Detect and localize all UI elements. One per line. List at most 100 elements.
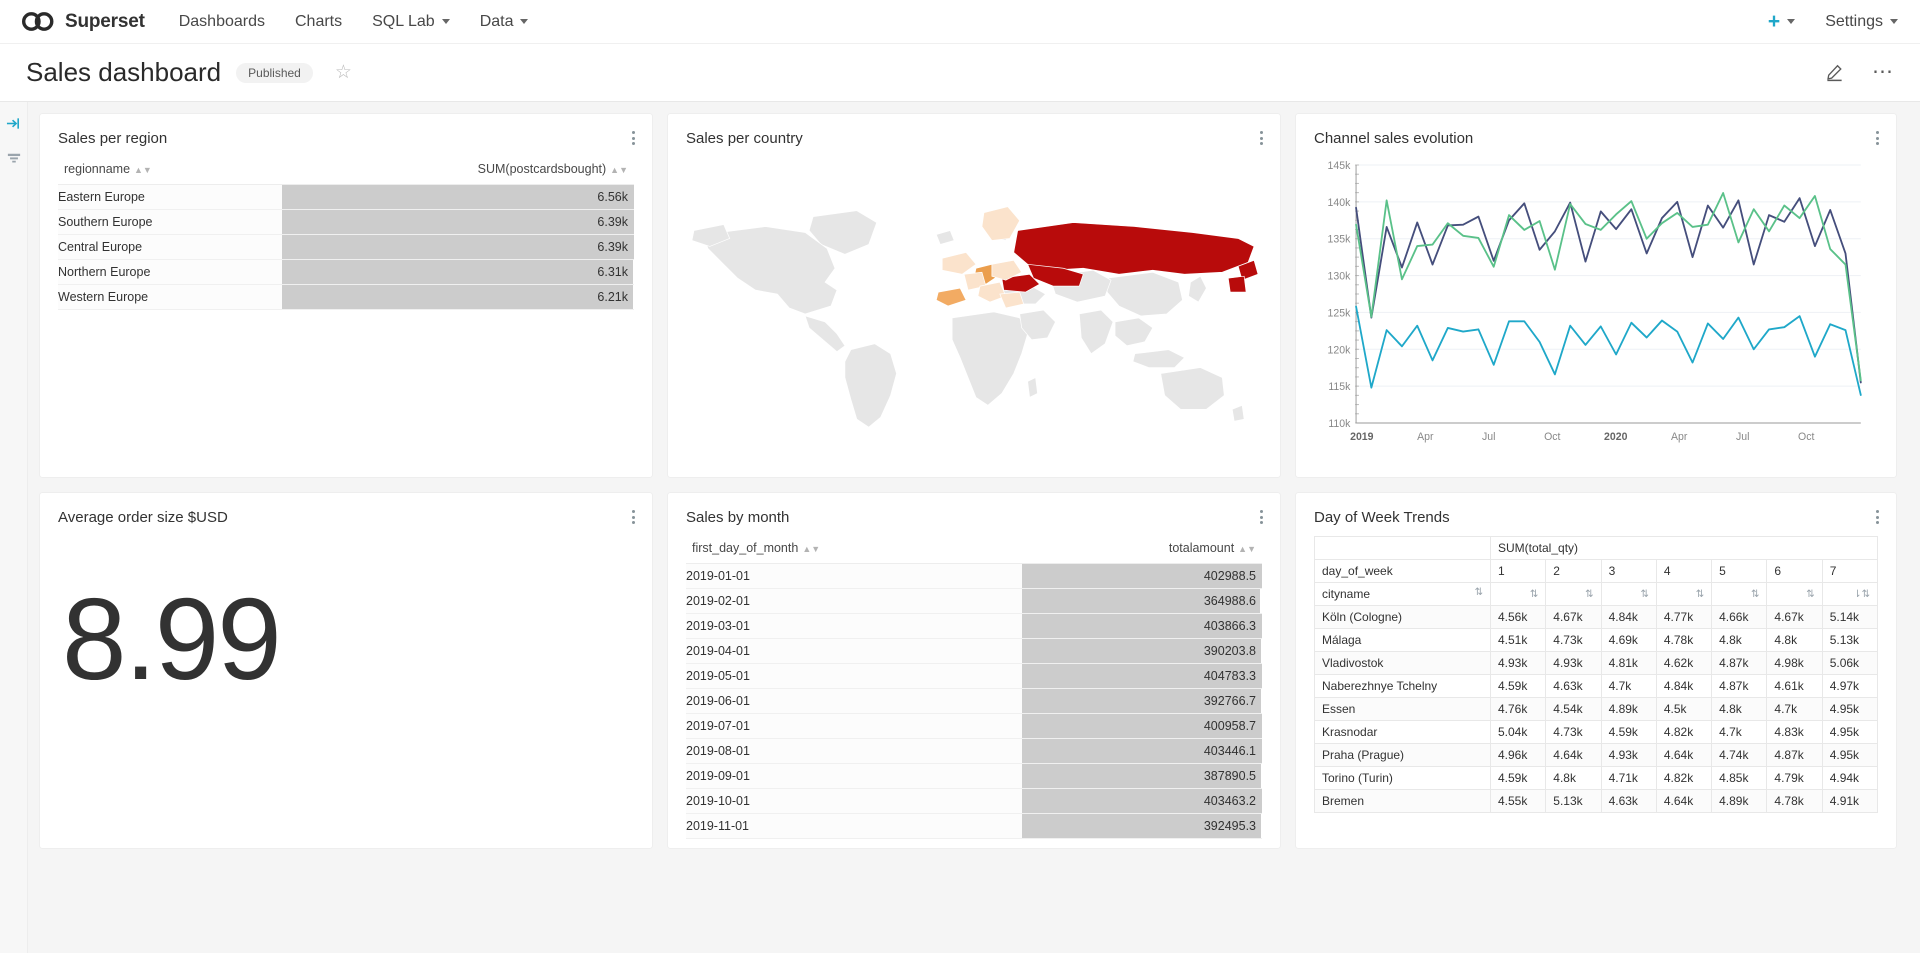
pivot-day-column-4[interactable]: 4	[1655, 559, 1713, 583]
table-row[interactable]: Krasnodar 5.04k 4.73k 4.59k 4.82k 4.7k 4.83k 4.…	[1314, 720, 1879, 744]
cell-value: 4.89k	[1600, 697, 1657, 721]
table-row[interactable]: 2019-06-01 392766.7	[686, 688, 1262, 714]
table-row[interactable]: Northern Europe 6.31k	[58, 259, 634, 285]
cell-value: 4.8k	[1766, 628, 1823, 652]
nav-links: Dashboards Charts SQL Lab Data	[179, 9, 529, 35]
sort-indicator-icon[interactable]: ⇅	[1530, 589, 1538, 600]
cell-value: 4.64k	[1655, 789, 1713, 813]
pencil-edit-icon[interactable]	[1825, 63, 1844, 82]
cell-value: 4.76k	[1489, 697, 1547, 721]
table-row[interactable]: 2019-08-01 403446.1	[686, 738, 1262, 764]
table-row[interactable]: 2019-11-01 392495.3	[686, 813, 1262, 839]
sales-by-month-table: first_day_of_month ▲▼ totalamount ▲▼ 2019-…	[686, 536, 1262, 839]
sort-indicator-icon[interactable]: ⇅	[1751, 589, 1759, 600]
card-menu-icon[interactable]	[1257, 507, 1266, 527]
nav-item-data[interactable]: Data	[480, 9, 529, 35]
table-row[interactable]: 2019-10-01 403463.2	[686, 788, 1262, 814]
pivot-day-column-7[interactable]: 7	[1821, 559, 1879, 583]
table-row[interactable]: Central Europe 6.39k	[58, 234, 634, 260]
world-map-chart[interactable]	[686, 157, 1262, 457]
table-row[interactable]: Western Europe 6.21k	[58, 284, 634, 310]
status-badge[interactable]: Published	[236, 62, 313, 83]
table-row[interactable]: Essen 4.76k 4.54k 4.89k 4.5k 4.8k 4.7k 4.95k	[1314, 697, 1879, 721]
cell-cityname: Essen	[1314, 697, 1491, 721]
cell-value: 392766.7	[1022, 688, 1262, 714]
card-title: Sales by month	[686, 509, 790, 526]
pivot-day-column-5[interactable]: 5	[1711, 559, 1768, 583]
star-outline-icon[interactable]: ☆	[335, 63, 352, 82]
card-title: Channel sales evolution	[1314, 130, 1474, 147]
table-row[interactable]: 2019-07-01 400958.7	[686, 713, 1262, 739]
column-header-first-day-of-month[interactable]: first_day_of_month ▲▼	[686, 536, 1022, 564]
svg-text:125k: 125k	[1328, 307, 1351, 319]
pivot-sort-cell[interactable]: ⇅	[1600, 582, 1657, 606]
table-row[interactable]: 2019-03-01 403866.3	[686, 613, 1262, 639]
settings-label: Settings	[1825, 12, 1883, 30]
cell-value: 4.74k	[1711, 743, 1768, 767]
pivot-sort-cell[interactable]: ⇂⇅	[1821, 582, 1879, 606]
filter-funnel-icon[interactable]	[7, 152, 21, 171]
sort-indicator-icon[interactable]: ⇂⇅	[1853, 589, 1870, 600]
pivot-sort-cell[interactable]: ⇅	[1766, 582, 1823, 606]
value-text: 390203.8	[1203, 644, 1256, 658]
nav-item-charts[interactable]: Charts	[295, 9, 342, 35]
cell-value: 4.94k	[1821, 766, 1879, 790]
pivot-day-column-1[interactable]: 1	[1489, 559, 1547, 583]
table-row[interactable]: Vladivostok 4.93k 4.93k 4.81k 4.62k 4.87k 4.98…	[1314, 651, 1879, 675]
table-row[interactable]: Praha (Prague) 4.96k 4.64k 4.93k 4.64k 4.74k 4…	[1314, 743, 1879, 767]
expand-right-icon[interactable]	[6, 116, 21, 136]
pivot-sort-cell[interactable]: ⇅	[1655, 582, 1713, 606]
value-text: 6.39k	[597, 240, 628, 254]
table-row[interactable]: 2019-02-01 364988.6	[686, 588, 1262, 614]
table-row[interactable]: Köln (Cologne) 4.56k 4.67k 4.84k 4.77k 4.66k 4…	[1314, 605, 1879, 629]
sort-indicator-icon[interactable]: ⇅	[1806, 589, 1814, 600]
cell-value: 364988.6	[1022, 588, 1262, 614]
column-header-totalamount[interactable]: totalamount ▲▼	[1022, 536, 1262, 564]
cell-label: 2019-09-01	[686, 763, 1022, 789]
cell-value: 4.59k	[1489, 674, 1547, 698]
table-row[interactable]: Southern Europe 6.39k	[58, 209, 634, 235]
nav-item-dashboards[interactable]: Dashboards	[179, 9, 265, 35]
pivot-day-column-3[interactable]: 3	[1600, 559, 1657, 583]
line-chart[interactable]: 110k 115k 120k 125k 130k 135k 140k 145k 2019 Apr J…	[1314, 157, 1878, 457]
pivot-day-column-2[interactable]: 2	[1545, 559, 1602, 583]
card-menu-icon[interactable]	[1257, 128, 1266, 148]
cell-label: 2019-07-01	[686, 713, 1022, 739]
pivot-sort-cell[interactable]: ⇅	[1489, 582, 1547, 606]
sort-indicator-icon[interactable]: ⇅	[1585, 589, 1593, 600]
svg-text:115k: 115k	[1328, 381, 1351, 393]
card-menu-icon[interactable]	[629, 128, 638, 148]
card-menu-icon[interactable]	[1873, 507, 1882, 527]
pivot-day-column-6[interactable]: 6	[1766, 559, 1823, 583]
table-row[interactable]: 2019-09-01 387890.5	[686, 763, 1262, 789]
table-row[interactable]: Bremen 4.55k 5.13k 4.63k 4.64k 4.89k 4.78k 4.91…	[1314, 789, 1879, 813]
sort-indicator-icon[interactable]: ⇅	[1475, 587, 1483, 598]
table-row[interactable]: 2019-04-01 390203.8	[686, 638, 1262, 664]
cell-value: 5.04k	[1489, 720, 1547, 744]
superset-brand[interactable]: Superset	[22, 11, 145, 33]
nav-item-sql-lab[interactable]: SQL Lab	[372, 9, 450, 35]
card-menu-icon[interactable]	[1873, 128, 1882, 148]
sort-indicator-icon[interactable]: ⇅	[1696, 589, 1704, 600]
sort-indicator-icon[interactable]: ⇅	[1640, 589, 1648, 600]
pivot-sort-cell[interactable]: ⇅	[1711, 582, 1768, 606]
table-row[interactable]: 2019-05-01 404783.3	[686, 663, 1262, 689]
pivot-col-dim-header[interactable]: cityname ⇅	[1314, 582, 1491, 606]
pivot-sort-cell[interactable]: ⇅	[1545, 582, 1602, 606]
svg-text:Oct: Oct	[1798, 431, 1814, 443]
cell-value: 4.8k	[1711, 628, 1768, 652]
column-header-regionname[interactable]: regionname ▲▼	[58, 157, 282, 185]
table-row[interactable]: 2019-01-01 402988.5	[686, 563, 1262, 589]
column-header-sum-postcardsbought[interactable]: SUM(postcardsbought) ▲▼	[282, 157, 634, 185]
table-row[interactable]: Naberezhnye Tchelny 4.59k 4.63k 4.7k 4.84k 4.…	[1314, 674, 1879, 698]
more-horizontal-icon[interactable]: ⋯	[1872, 62, 1894, 82]
table-row[interactable]: Málaga 4.51k 4.73k 4.69k 4.78k 4.8k 4.8k 5.13k	[1314, 628, 1879, 652]
card-menu-icon[interactable]	[629, 507, 638, 527]
settings-menu[interactable]: Settings	[1825, 9, 1898, 35]
cell-value: 4.96k	[1489, 743, 1547, 767]
table-row[interactable]: Eastern Europe 6.56k	[58, 184, 634, 210]
table-row[interactable]: Torino (Turin) 4.59k 4.8k 4.71k 4.82k 4.85k 4.…	[1314, 766, 1879, 790]
cell-value: 4.81k	[1600, 651, 1657, 675]
new-item-button[interactable]: +	[1768, 11, 1796, 32]
column-label: SUM(postcardsbought)	[477, 162, 607, 176]
